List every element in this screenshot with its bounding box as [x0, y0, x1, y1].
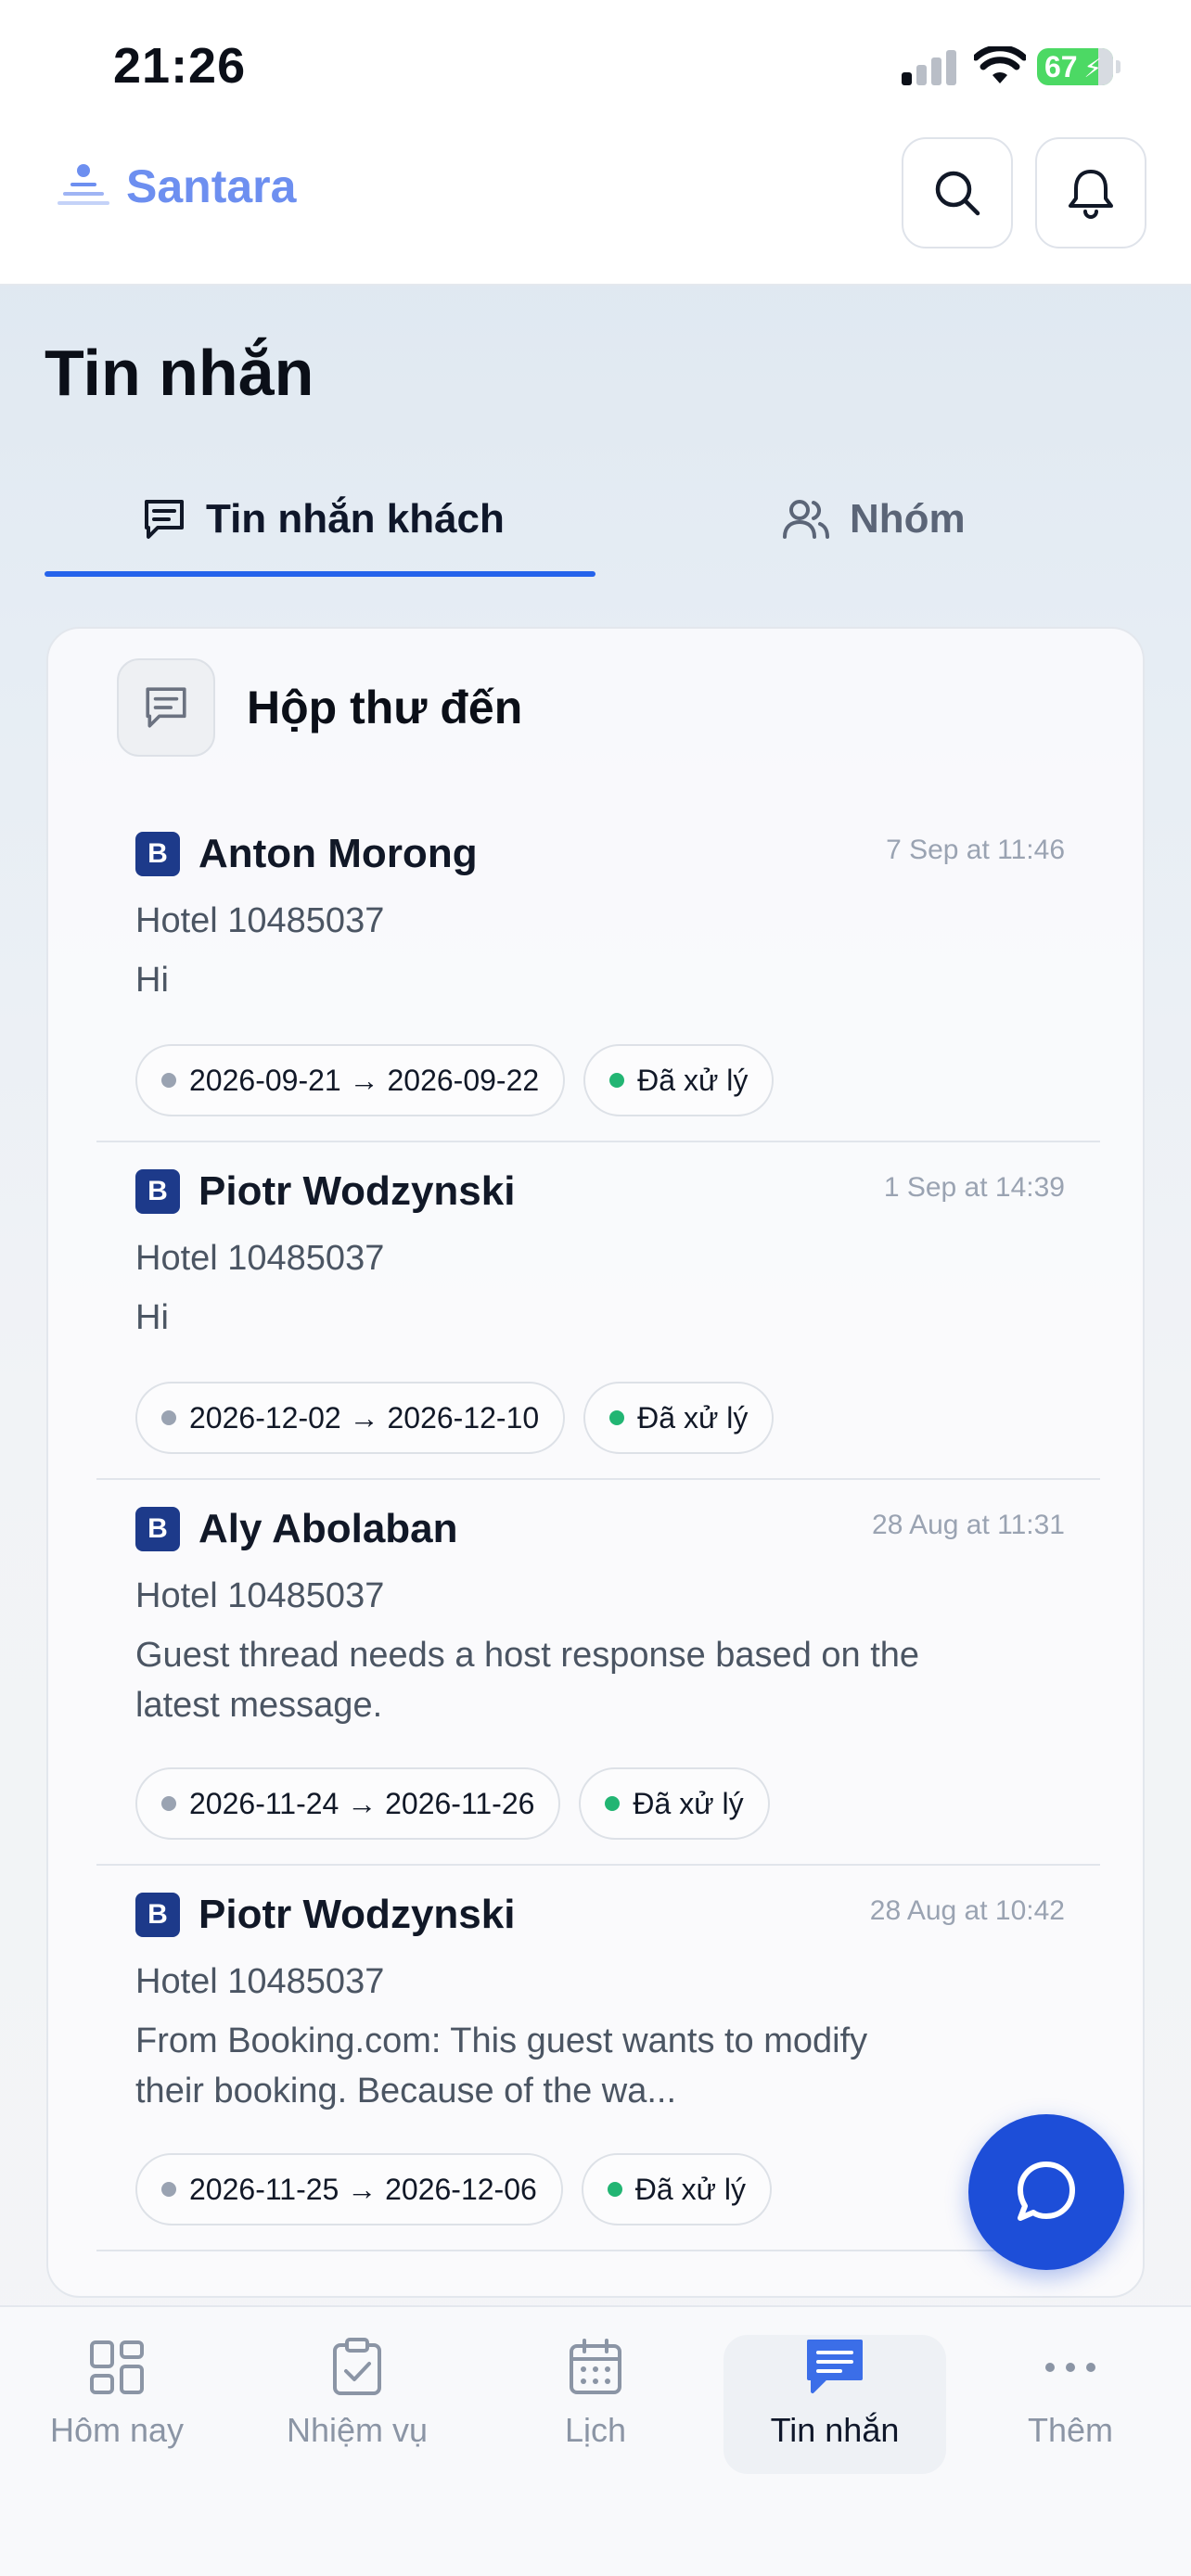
nav-item-calendar[interactable]: Lịch [484, 2335, 707, 2474]
guest-name: Anton Morong [198, 831, 478, 876]
battery-level: 67 [1044, 50, 1078, 83]
message-timestamp: 1 Sep at 14:39 [883, 1172, 1065, 1203]
message-timestamp: 7 Sep at 11:46 [886, 835, 1065, 865]
page-title: Tin nhắn [45, 337, 314, 409]
nav-label: Hôm nay [49, 2411, 185, 2449]
nav-label: Lịch [564, 2411, 627, 2449]
nav-label: Thêm [1027, 2411, 1114, 2449]
search-icon [935, 171, 980, 216]
message-preview: Guest thread needs a host response based… [135, 1636, 920, 1725]
wifi-icon [974, 46, 1026, 83]
notifications-button[interactable] [1035, 137, 1146, 249]
users-icon [783, 500, 829, 539]
hotel-name: Hotel 10485037 [135, 1239, 385, 1278]
stay-dates-chip: 2026-09-21 → 2026-09-22 [135, 1044, 566, 1116]
hotel-name: Hotel 10485037 [135, 1576, 385, 1615]
message-thread[interactable]: B Piotr Wodzynski 28 Aug at 10:42 Hotel … [96, 1866, 1100, 2251]
message-tabs: Tin nhắn khách Nhóm [45, 473, 1146, 580]
guest-name: Aly Abolaban [198, 1506, 458, 1551]
message-preview: Hi [135, 961, 169, 1000]
message-preview: Hi [135, 1298, 169, 1337]
status-badge: Đã xử lý [583, 1044, 775, 1116]
dashboard-icon [84, 2335, 149, 2400]
charging-bolt-icon: ⚡ [1083, 54, 1102, 83]
booking-source-icon: B [135, 1169, 180, 1214]
new-chat-button[interactable] [968, 2114, 1124, 2270]
tab-groups[interactable]: Nhóm [781, 473, 966, 566]
inbox-title: Hộp thư đến [247, 682, 523, 733]
booking-source-icon: B [135, 1893, 180, 1937]
stay-dates-chip: 2026-11-24 → 2026-11-26 [135, 1767, 561, 1840]
status-time: 21:26 [113, 38, 247, 94]
hotel-name: Hotel 10485037 [135, 1962, 385, 2001]
nav-label: Nhiệm vụ [286, 2411, 429, 2449]
nav-item-today[interactable]: Hôm nay [6, 2335, 228, 2474]
bell-icon [1069, 170, 1113, 219]
stay-dates-chip: 2026-11-25 → 2026-12-06 [135, 2153, 563, 2225]
brand-logo-icon [58, 164, 109, 205]
booking-source-icon: B [135, 1507, 180, 1551]
message-icon [802, 2335, 867, 2400]
tab-label: Tin nhắn khách [206, 496, 505, 542]
nav-item-more[interactable]: Thêm [959, 2335, 1182, 2474]
inbox-card: Hộp thư đến B Anton Morong 7 Sep at 11:4… [46, 627, 1145, 2298]
brand-name: Santara [126, 160, 297, 212]
cellular-signal-icon [902, 50, 957, 85]
nav-item-tasks[interactable]: Nhiệm vụ [246, 2335, 468, 2474]
tab-guest-messages[interactable]: Tin nhắn khách [141, 473, 505, 566]
guest-name: Piotr Wodzynski [198, 1892, 516, 1937]
inbox-icon [117, 658, 215, 757]
stay-dates-chip: 2026-12-02 → 2026-12-10 [135, 1382, 566, 1454]
bottom-nav: Hôm nay Nhiệm vụ Lịch Tin nhắn Thêm [0, 2305, 1191, 2576]
calendar-icon [563, 2335, 628, 2400]
brand[interactable]: Santara [58, 159, 296, 213]
guest-name: Piotr Wodzynski [198, 1168, 516, 1214]
status-badge: Đã xử lý [579, 1767, 770, 1840]
inbox-header: Hộp thư đến [117, 658, 522, 757]
more-icon [1038, 2335, 1103, 2400]
message-thread[interactable]: B Aly Abolaban 28 Aug at 11:31 Hotel 104… [96, 1480, 1100, 1866]
search-button[interactable] [902, 137, 1013, 249]
message-timestamp: 28 Aug at 10:42 [869, 1895, 1065, 1926]
message-thread[interactable]: B Piotr Wodzynski 1 Sep at 14:39 Hotel 1… [96, 1142, 1100, 1480]
status-badge: Đã xử lý [581, 2153, 772, 2225]
status-badge: Đã xử lý [583, 1382, 775, 1454]
active-tab-indicator [45, 571, 596, 577]
nav-label: Tin nhắn [770, 2411, 900, 2449]
nav-item-messages[interactable]: Tin nhắn [724, 2335, 946, 2474]
battery-indicator: 67 ⚡ [1037, 48, 1121, 85]
message-timestamp: 28 Aug at 11:31 [872, 1510, 1065, 1540]
tab-label: Nhóm [850, 496, 966, 542]
message-thread[interactable]: B Anton Morong 7 Sep at 11:46 Hotel 1048… [96, 805, 1100, 1142]
message-square-icon [145, 500, 184, 539]
message-preview: From Booking.com: This guest wants to mo… [135, 2021, 868, 2111]
clipboard-check-icon [325, 2335, 390, 2400]
hotel-name: Hotel 10485037 [135, 901, 385, 940]
booking-source-icon: B [135, 832, 180, 876]
top-bar: 21:26 67 ⚡ Santara [0, 0, 1191, 286]
chat-bubble-icon [1018, 2162, 1075, 2221]
